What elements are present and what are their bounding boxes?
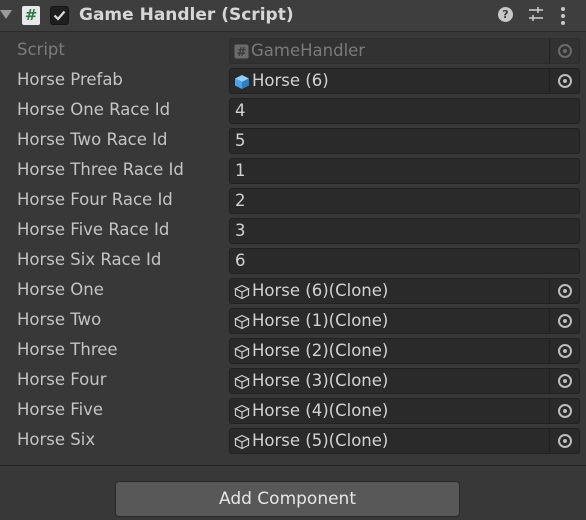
foldout-arrow-icon[interactable] — [0, 10, 12, 19]
horse-four-label: Horse Four — [17, 370, 107, 389]
horse-one-race-id-input[interactable]: 4 — [229, 98, 580, 124]
script-icon: # — [234, 44, 249, 59]
horse-one-value: Horse (6)(Clone) — [252, 281, 389, 300]
presets-sliders-icon[interactable] — [527, 5, 545, 27]
script-row: Script # GameHandler — [0, 38, 586, 64]
kebab-menu-icon[interactable] — [559, 6, 567, 30]
horse-four-field[interactable]: Horse (3)(Clone) — [229, 368, 580, 394]
horse-four-race-id-label: Horse Four Race Id — [17, 190, 173, 209]
target-icon — [558, 374, 572, 388]
horse-five-race-id-input[interactable]: 3 — [229, 218, 580, 244]
horse-three-race-id-value: 1 — [235, 161, 246, 180]
horse-six-field[interactable]: Horse (5)(Clone) — [229, 428, 580, 454]
gameobject-cube-icon — [234, 344, 250, 360]
gameobject-cube-icon — [234, 374, 250, 390]
script-field: # GameHandler — [229, 38, 580, 64]
horse-four-race-id-input[interactable]: 2 — [229, 188, 580, 214]
horse-five-row: Horse Five Horse (4)(Clone) — [0, 398, 586, 424]
horse-three-value: Horse (2)(Clone) — [252, 341, 389, 360]
horse-five-race-id-label: Horse Five Race Id — [17, 220, 170, 239]
target-icon — [558, 74, 572, 88]
horse-one-race-id-label: Horse One Race Id — [17, 100, 171, 119]
horse-two-value: Horse (1)(Clone) — [252, 311, 389, 330]
target-icon — [558, 284, 572, 298]
gameobject-cube-icon — [234, 314, 250, 330]
object-picker-button — [549, 39, 579, 63]
gameobject-cube-icon — [234, 404, 250, 420]
inspector-divider — [0, 465, 586, 466]
component-header: # Game Handler (Script) ? — [0, 0, 586, 32]
horse-three-race-id-row: Horse Three Race Id 1 — [0, 158, 586, 184]
horse-two-row: Horse Two Horse (1)(Clone) — [0, 308, 586, 334]
horse-two-field[interactable]: Horse (1)(Clone) — [229, 308, 580, 334]
script-value: GameHandler — [251, 41, 366, 60]
object-picker-button[interactable] — [549, 399, 579, 423]
horse-three-race-id-input[interactable]: 1 — [229, 158, 580, 184]
horse-four-race-id-row: Horse Four Race Id 2 — [0, 188, 586, 214]
horse-four-race-id-value: 2 — [235, 191, 246, 210]
horse-six-label: Horse Six — [17, 430, 96, 449]
gameobject-cube-icon — [234, 434, 250, 450]
horse-one-label: Horse One — [17, 280, 104, 299]
checkmark-icon — [53, 10, 66, 21]
target-icon — [558, 434, 572, 448]
add-component-button[interactable]: Add Component — [115, 481, 460, 517]
horse-two-race-id-value: 5 — [235, 131, 246, 150]
horse-prefab-field[interactable]: Horse (6) — [229, 68, 580, 94]
target-icon — [558, 344, 572, 358]
horse-one-race-id-value: 4 — [235, 101, 246, 120]
target-icon — [558, 44, 572, 58]
target-icon — [558, 314, 572, 328]
horse-three-row: Horse Three Horse (2)(Clone) — [0, 338, 586, 364]
object-picker-button[interactable] — [549, 279, 579, 303]
horse-three-race-id-label: Horse Three Race Id — [17, 160, 184, 179]
horse-prefab-row: Horse Prefab Horse (6) — [0, 68, 586, 94]
object-picker-button[interactable] — [549, 309, 579, 333]
horse-three-label: Horse Three — [17, 340, 118, 359]
gameobject-cube-icon — [234, 284, 250, 300]
script-label: Script — [17, 40, 65, 59]
horse-five-race-id-row: Horse Five Race Id 3 — [0, 218, 586, 244]
object-picker-button[interactable] — [549, 339, 579, 363]
horse-six-value: Horse (5)(Clone) — [252, 431, 389, 450]
horse-four-value: Horse (3)(Clone) — [252, 371, 389, 390]
horse-six-race-id-value: 6 — [235, 251, 246, 270]
horse-five-value: Horse (4)(Clone) — [252, 401, 389, 420]
horse-two-race-id-input[interactable]: 5 — [229, 128, 580, 154]
horse-five-field[interactable]: Horse (4)(Clone) — [229, 398, 580, 424]
horse-prefab-label: Horse Prefab — [17, 70, 123, 89]
enable-checkbox[interactable] — [50, 6, 69, 25]
horse-one-row: Horse One Horse (6)(Clone) — [0, 278, 586, 304]
horse-two-label: Horse Two — [17, 310, 102, 329]
object-picker-button[interactable] — [549, 429, 579, 453]
horse-five-race-id-value: 3 — [235, 221, 246, 240]
horse-four-row: Horse Four Horse (3)(Clone) — [0, 368, 586, 394]
script-icon: # — [22, 6, 40, 25]
help-icon[interactable]: ? — [498, 7, 513, 22]
horse-six-race-id-row: Horse Six Race Id 6 — [0, 248, 586, 274]
target-icon — [558, 404, 572, 418]
svg-text:#: # — [236, 45, 246, 59]
horse-one-race-id-row: Horse One Race Id 4 — [0, 98, 586, 124]
horse-six-race-id-label: Horse Six Race Id — [17, 250, 162, 269]
horse-six-race-id-input[interactable]: 6 — [229, 248, 580, 274]
component-title: Game Handler (Script) — [79, 5, 294, 25]
horse-two-race-id-label: Horse Two Race Id — [17, 130, 168, 149]
horse-six-row: Horse Six Horse (5)(Clone) — [0, 428, 586, 454]
horse-three-field[interactable]: Horse (2)(Clone) — [229, 338, 580, 364]
object-picker-button[interactable] — [549, 369, 579, 393]
horse-one-field[interactable]: Horse (6)(Clone) — [229, 278, 580, 304]
horse-five-label: Horse Five — [17, 400, 104, 419]
horse-prefab-value: Horse (6) — [252, 71, 329, 90]
prefab-cube-icon — [235, 75, 249, 89]
horse-two-race-id-row: Horse Two Race Id 5 — [0, 128, 586, 154]
object-picker-button[interactable] — [549, 69, 579, 93]
